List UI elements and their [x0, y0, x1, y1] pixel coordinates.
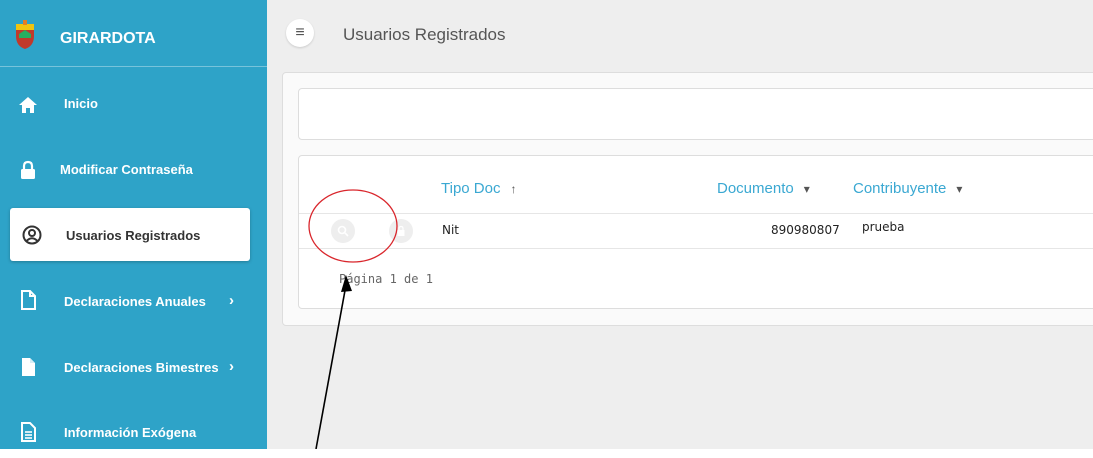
- sidebar-item-informacion-exogena[interactable]: Información Exógena: [0, 410, 267, 458]
- search-icon: [337, 225, 349, 237]
- sidebar-item-usuarios-registrados[interactable]: Usuarios Registrados: [10, 208, 250, 261]
- cell-documento: 890980807: [771, 223, 840, 237]
- cell-tipo-doc: Nit: [442, 223, 460, 237]
- sidebar-item-label: Modificar Contraseña: [60, 162, 193, 177]
- sidebar-item-label: Declaraciones Anuales: [64, 294, 206, 309]
- home-icon: [19, 97, 37, 113]
- sidebar-item-label: Inicio: [64, 96, 98, 111]
- brand-name: GIRARDOTA: [60, 30, 156, 47]
- pagination-info: Página 1 de 1: [339, 272, 433, 286]
- sort-dropdown-icon: ▾: [956, 182, 963, 196]
- users-grid: Tipo Doc ↑ Documento ▾ Contribuyente ▾ N…: [298, 155, 1093, 309]
- view-button[interactable]: [331, 219, 355, 243]
- sidebar-item-modificar-contrasena[interactable]: Modificar Contraseña: [0, 146, 267, 194]
- lock-icon: [21, 160, 35, 179]
- cell-contribuyente: prueba: [862, 220, 905, 234]
- column-header-contribuyente[interactable]: Contribuyente ▾: [853, 180, 962, 197]
- top-bar: ≡ Usuarios Registrados: [267, 0, 1093, 70]
- sidebar-item-declaraciones-anuales[interactable]: Declaraciones Anuales ›: [0, 276, 267, 324]
- sidebar-item-inicio[interactable]: Inicio: [0, 80, 267, 128]
- user-circle-icon: [22, 225, 42, 245]
- document-lines-icon: [21, 422, 36, 442]
- sort-dropdown-icon: ▾: [803, 182, 810, 196]
- column-header-label: Tipo Doc: [441, 180, 501, 197]
- edit-button[interactable]: [389, 219, 413, 243]
- chevron-right-icon: ›: [229, 292, 234, 309]
- sidebar-item-label: Información Exógena: [64, 425, 197, 440]
- hamburger-icon: ≡: [295, 24, 305, 41]
- sidebar: GIRARDOTA Inicio Modificar Contraseña Us…: [0, 0, 267, 449]
- column-header-tipo-doc[interactable]: Tipo Doc ↑: [441, 180, 516, 197]
- coat-of-arms-logo: [16, 20, 34, 49]
- column-header-documento[interactable]: Documento ▾: [717, 180, 810, 197]
- document-icon: [21, 290, 36, 310]
- filter-card: [298, 88, 1093, 140]
- column-header-label: Contribuyente: [853, 180, 947, 197]
- sidebar-item-label: Usuarios Registrados: [66, 228, 201, 243]
- sidebar-item-label: Declaraciones Bimestres: [64, 360, 219, 375]
- main-content: ≡ Usuarios Registrados Tipo Doc ↑ Documen…: [267, 0, 1093, 449]
- row-divider: [299, 248, 1093, 249]
- content-panel: Tipo Doc ↑ Documento ▾ Contribuyente ▾ N…: [282, 72, 1093, 326]
- page-title: Usuarios Registrados: [343, 25, 506, 44]
- chevron-right-icon: ›: [229, 358, 234, 375]
- lock-icon: [397, 225, 405, 236]
- document-filled-icon: [22, 358, 35, 376]
- brand-header: GIRARDOTA: [0, 0, 267, 67]
- menu-toggle-button[interactable]: ≡: [286, 19, 314, 47]
- sidebar-item-declaraciones-bimestres[interactable]: Declaraciones Bimestres ›: [0, 343, 267, 391]
- column-header-label: Documento: [717, 180, 794, 197]
- sort-ascending-icon: ↑: [510, 182, 517, 196]
- header-divider: [299, 213, 1093, 214]
